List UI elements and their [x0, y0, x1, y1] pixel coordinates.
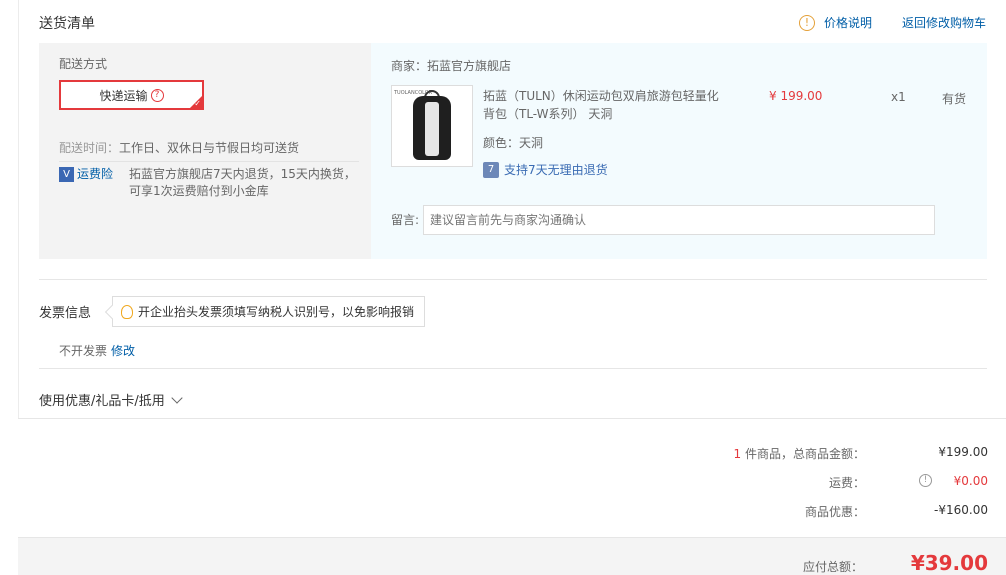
- divider: [39, 368, 987, 369]
- invoice-status-text: 不开发票: [59, 344, 108, 358]
- coupon-toggle[interactable]: 使用优惠/礼品卡/抵用: [39, 390, 183, 409]
- divider: [18, 418, 1006, 419]
- info-icon: !: [798, 14, 815, 31]
- product-thumbnail[interactable]: TUOLANCOLOR: [391, 85, 473, 167]
- info-icon[interactable]: !: [919, 474, 932, 487]
- order-totals: 1 件商品，总商品金额： ¥199.00 运费： ! ¥0.00 商品优惠： -…: [588, 443, 988, 530]
- payable-label: 应付总额：: [802, 560, 863, 574]
- shield-icon: V: [59, 167, 74, 182]
- order-frame-border: [18, 0, 19, 418]
- shipping-method-label: 配送方式: [59, 57, 108, 71]
- section-title: 送货清单: [39, 16, 95, 32]
- back-to-cart-link[interactable]: 返回修改购物车: [902, 14, 986, 31]
- invoice-edit-link[interactable]: 修改: [111, 344, 135, 358]
- coupon-label: 使用优惠/礼品卡/抵用: [39, 394, 165, 409]
- freight-insurance-link[interactable]: 运费险: [77, 166, 113, 183]
- freight-value: ¥0.00: [953, 474, 988, 488]
- stock-status: 有货: [942, 92, 967, 106]
- backpack-image: [409, 90, 455, 162]
- discount-row: 商品优惠： -¥160.00: [588, 501, 988, 530]
- goods-panel: 商家：拓蓝官方旗舰店 TUOLANCOLOR 拓蓝（TULN）休闲运动包双肩旅游…: [371, 43, 987, 259]
- shipping-divider: [59, 161, 359, 162]
- question-icon[interactable]: ?: [150, 88, 164, 102]
- shipping-panel: 配送方式 快递运输 ? ✓ 配送时间：工作日、双休日与节假日均可送货 V 运费险…: [39, 43, 371, 259]
- shipping-time-value: 工作日、双休日与节假日均可送货: [119, 141, 300, 155]
- return-policy: 7 支持7天无理由退货: [483, 161, 608, 178]
- shipping-method-option[interactable]: 快递运输 ? ✓: [59, 80, 204, 110]
- freight-row: 运费： ! ¥0.00: [588, 472, 988, 501]
- bulb-icon: [121, 304, 133, 319]
- product-title[interactable]: 拓蓝（TULN）休闲运动包双肩旅游包轻量化背包（TL-W系列） 天洞: [483, 87, 728, 123]
- chevron-down-icon: [171, 391, 183, 404]
- check-corner-icon: ✓: [194, 99, 201, 108]
- remark-input[interactable]: [423, 205, 935, 235]
- invoice-title: 发票信息: [39, 306, 92, 321]
- item-count-suffix: 件商品，总商品金额：: [744, 447, 865, 461]
- shipping-method-text: 快递运输: [99, 88, 148, 103]
- divider: [39, 279, 987, 280]
- product-quantity: x1: [891, 90, 906, 104]
- payable-bar: 应付总额： ¥39.00: [18, 537, 1006, 575]
- invoice-tip-text: 开企业抬头发票须填写纳税人识别号，以免影响报销: [138, 305, 415, 319]
- top-links: ! 价格说明 返回修改购物车: [798, 14, 986, 31]
- goods-amount-row: 1 件商品，总商品金额： ¥199.00: [588, 443, 988, 472]
- freight-insurance: V 运费险 拓蓝官方旗舰店7天内退货，15天内换货，可享1次运费赔付到小金库: [59, 166, 357, 200]
- discount-value: -¥160.00: [934, 503, 988, 517]
- product-color: 颜色：天洞: [483, 136, 544, 150]
- merchant-name: 商家：拓蓝官方旗舰店: [391, 59, 512, 73]
- freight-label: 运费：: [828, 476, 865, 490]
- price-note-link[interactable]: 价格说明: [824, 14, 872, 31]
- freight-insurance-text: 拓蓝官方旗舰店7天内退货，15天内换货，可享1次运费赔付到小金库: [129, 167, 356, 198]
- payable-total: ¥39.00: [910, 551, 988, 575]
- shipping-time-prefix: 配送时间：: [59, 141, 120, 155]
- return-policy-text: 支持7天无理由退货: [504, 163, 608, 177]
- remark-label: 留言:: [391, 213, 420, 227]
- return-7day-icon: 7: [483, 161, 499, 178]
- shipping-time: 配送时间：工作日、双休日与节假日均可送货: [59, 139, 299, 156]
- goods-amount: ¥199.00: [938, 445, 988, 459]
- invoice-tip: 开企业抬头发票须填写纳税人识别号，以免影响报销: [104, 296, 426, 327]
- discount-label: 商品优惠：: [804, 505, 865, 519]
- product-price: ¥ 199.00: [769, 89, 823, 103]
- invoice-status: 不开发票 修改: [59, 342, 135, 359]
- item-count: 1: [733, 447, 742, 461]
